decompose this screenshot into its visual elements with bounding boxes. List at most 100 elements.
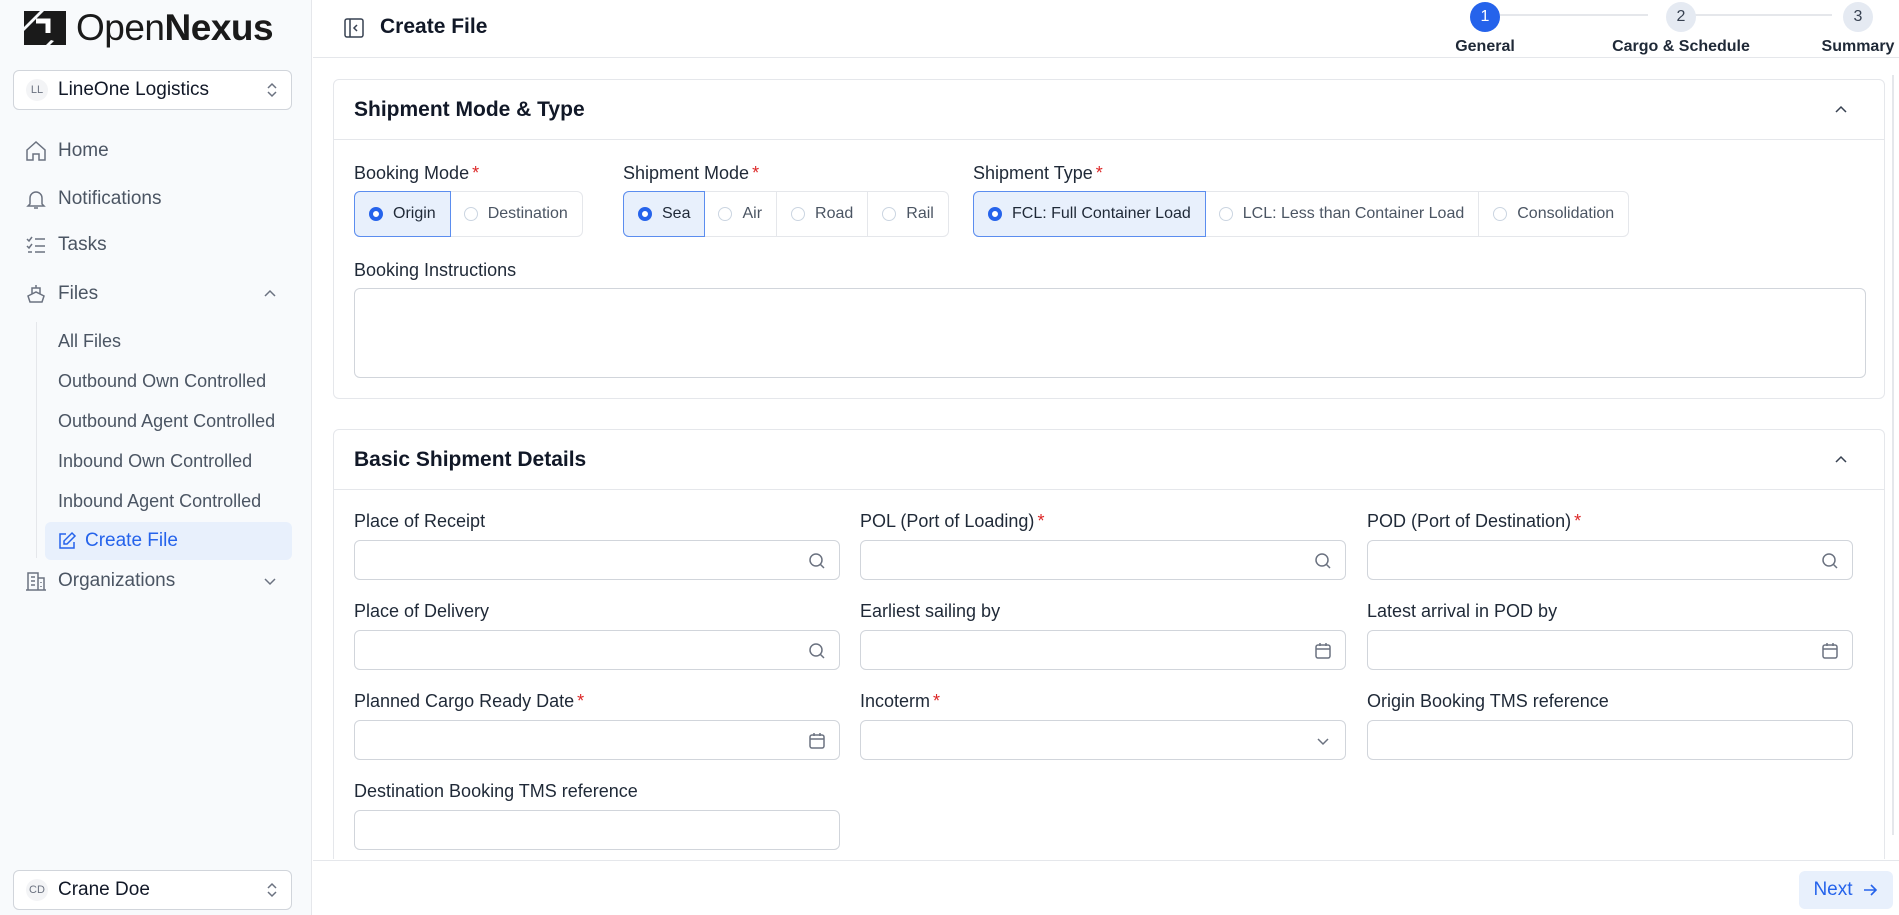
pod-label: POD (Port of Destination) *	[1367, 511, 1582, 531]
next-button[interactable]: Next	[1799, 871, 1893, 909]
shipment-type-lcl[interactable]: LCL: Less than Container Load	[1205, 192, 1480, 236]
user-name: Crane Doe	[58, 879, 150, 900]
shipment-mode-road[interactable]: Road	[777, 192, 869, 236]
user-selector[interactable]: CD Crane Doe	[13, 870, 292, 910]
shipment-mode-type-section: Shipment Mode & Type Booking Mode * Origi…	[333, 79, 1885, 399]
booking-instructions-label: Booking Instructions	[354, 260, 517, 280]
pol-input[interactable]	[860, 540, 1346, 580]
calendar-icon[interactable]	[807, 731, 827, 751]
search-icon	[809, 553, 825, 569]
chevron-up-icon	[264, 289, 276, 297]
task-list-icon	[26, 236, 45, 253]
step-label: General	[1455, 38, 1515, 55]
shipment-mode-sea[interactable]: Sea	[623, 191, 706, 237]
shipment-type-fcl[interactable]: FCL: Full Container Load	[973, 191, 1206, 237]
radio-dot	[369, 207, 383, 221]
shipment-mode-radio-group: Sea Air Road Rail	[623, 191, 949, 237]
ship-icon	[27, 285, 45, 303]
booking-mode-destination[interactable]: Destination	[450, 192, 582, 236]
nav-notifications-label: Notifications	[58, 188, 162, 209]
latest-arrival-label: Latest arrival in POD by	[1367, 601, 1558, 621]
place-of-receipt-input[interactable]	[354, 540, 840, 580]
step-summary[interactable]: 3 Summary	[1820, 2, 1896, 56]
place-of-delivery-label: Place of Delivery	[354, 601, 490, 621]
nav-organizations[interactable]: Organizations	[24, 564, 276, 598]
place-of-delivery-input[interactable]	[354, 630, 840, 670]
building-icon	[26, 572, 46, 591]
nav-organizations-label: Organizations	[58, 570, 176, 591]
latest-arrival-input[interactable]	[1367, 630, 1853, 670]
scrollbar[interactable]	[1892, 75, 1894, 835]
place-of-receipt-label: Place of Receipt	[354, 511, 486, 531]
booking-mode-label: Booking Mode *	[354, 163, 480, 183]
page-header: Create File 1 General 2 Cargo & Schedule…	[313, 0, 1899, 58]
step-general[interactable]: 1 General	[1455, 2, 1515, 56]
chevron-up-down-icon	[267, 882, 277, 898]
step-cargo-schedule[interactable]: 2 Cargo & Schedule	[1601, 2, 1761, 56]
nav-notifications[interactable]: Notifications	[24, 182, 162, 216]
next-button-label: Next	[1813, 879, 1853, 900]
step-number: 2	[1666, 2, 1696, 32]
brand-name: OpenNexus	[76, 7, 274, 48]
pol-label: POL (Port of Loading) *	[860, 511, 1045, 531]
search-icon	[1822, 553, 1838, 569]
chevron-down-icon	[264, 578, 276, 586]
subnav-inbound-agent[interactable]: Inbound Agent Controlled	[58, 488, 288, 514]
page-footer: Next	[313, 860, 1899, 915]
edit-icon	[59, 531, 77, 549]
arrow-right-icon	[1863, 884, 1877, 896]
subnav-inbound-own[interactable]: Inbound Own Controlled	[58, 448, 288, 474]
subnav-all-files[interactable]: All Files	[58, 328, 288, 354]
shipment-type-radio-group: FCL: Full Container Load LCL: Less than …	[973, 191, 1630, 237]
org-name: LineOne Logistics	[58, 79, 210, 100]
cargo-ready-input[interactable]	[354, 720, 840, 760]
earliest-sailing-input[interactable]	[860, 630, 1346, 670]
chevron-up-icon[interactable]	[1833, 452, 1849, 468]
radio-dot	[988, 207, 1002, 221]
pod-input[interactable]	[1367, 540, 1853, 580]
booking-mode-radio-group: Origin Destination	[354, 191, 583, 237]
subnav-create-file-label: Create File	[85, 530, 178, 551]
nexus-logo-icon	[24, 11, 66, 45]
search-icon	[1315, 553, 1331, 569]
step-label: Cargo & Schedule	[1612, 38, 1750, 55]
shipment-type-label: Shipment Type *	[973, 163, 1103, 183]
shipment-type-consolidation[interactable]: Consolidation	[1479, 192, 1628, 236]
section-header[interactable]: Shipment Mode & Type	[334, 80, 1884, 140]
brand-logo[interactable]: OpenNexus	[22, 7, 274, 48]
section-title: Basic Shipment Details	[354, 447, 587, 471]
page-title: Create File	[380, 15, 488, 38]
organization-selector[interactable]: LL LineOne Logistics	[13, 70, 292, 110]
shipment-mode-air[interactable]: Air	[704, 192, 778, 236]
bell-icon	[26, 191, 46, 209]
step-number: 3	[1843, 2, 1873, 32]
chevron-up-down-icon	[267, 82, 277, 98]
incoterm-label: Incoterm *	[860, 691, 941, 711]
nav-files[interactable]: Files	[24, 277, 276, 311]
chevron-up-icon[interactable]	[1833, 102, 1849, 118]
shipment-mode-rail[interactable]: Rail	[868, 192, 948, 236]
booking-mode-origin[interactable]: Origin	[354, 191, 451, 237]
calendar-icon[interactable]	[1820, 641, 1840, 661]
dest-tms-input[interactable]	[354, 810, 840, 850]
files-submenu-line	[36, 322, 37, 558]
booking-instructions-textarea[interactable]	[354, 288, 1866, 378]
cargo-ready-label: Planned Cargo Ready Date *	[354, 691, 585, 711]
subnav-create-file[interactable]: Create File	[45, 522, 292, 560]
step-number: 1	[1470, 2, 1500, 32]
main-content: Shipment Mode & Type Booking Mode * Origi…	[313, 59, 1899, 859]
origin-tms-input[interactable]	[1367, 720, 1853, 760]
sidebar-collapse-icon[interactable]	[342, 16, 366, 40]
subnav-outbound-agent[interactable]: Outbound Agent Controlled	[58, 408, 288, 434]
earliest-sailing-label: Earliest sailing by	[860, 601, 1001, 621]
nav-tasks[interactable]: Tasks	[24, 228, 107, 262]
org-initials-badge: LL	[26, 79, 48, 101]
calendar-icon[interactable]	[1313, 641, 1333, 661]
nav-files-label: Files	[58, 283, 99, 304]
incoterm-select[interactable]	[860, 720, 1346, 760]
radio-dot	[791, 207, 806, 221]
subnav-outbound-own[interactable]: Outbound Own Controlled	[58, 368, 288, 394]
section-header[interactable]: Basic Shipment Details	[334, 430, 1884, 490]
nav-home[interactable]: Home	[24, 134, 109, 168]
dest-tms-label: Destination Booking TMS reference	[354, 781, 638, 801]
